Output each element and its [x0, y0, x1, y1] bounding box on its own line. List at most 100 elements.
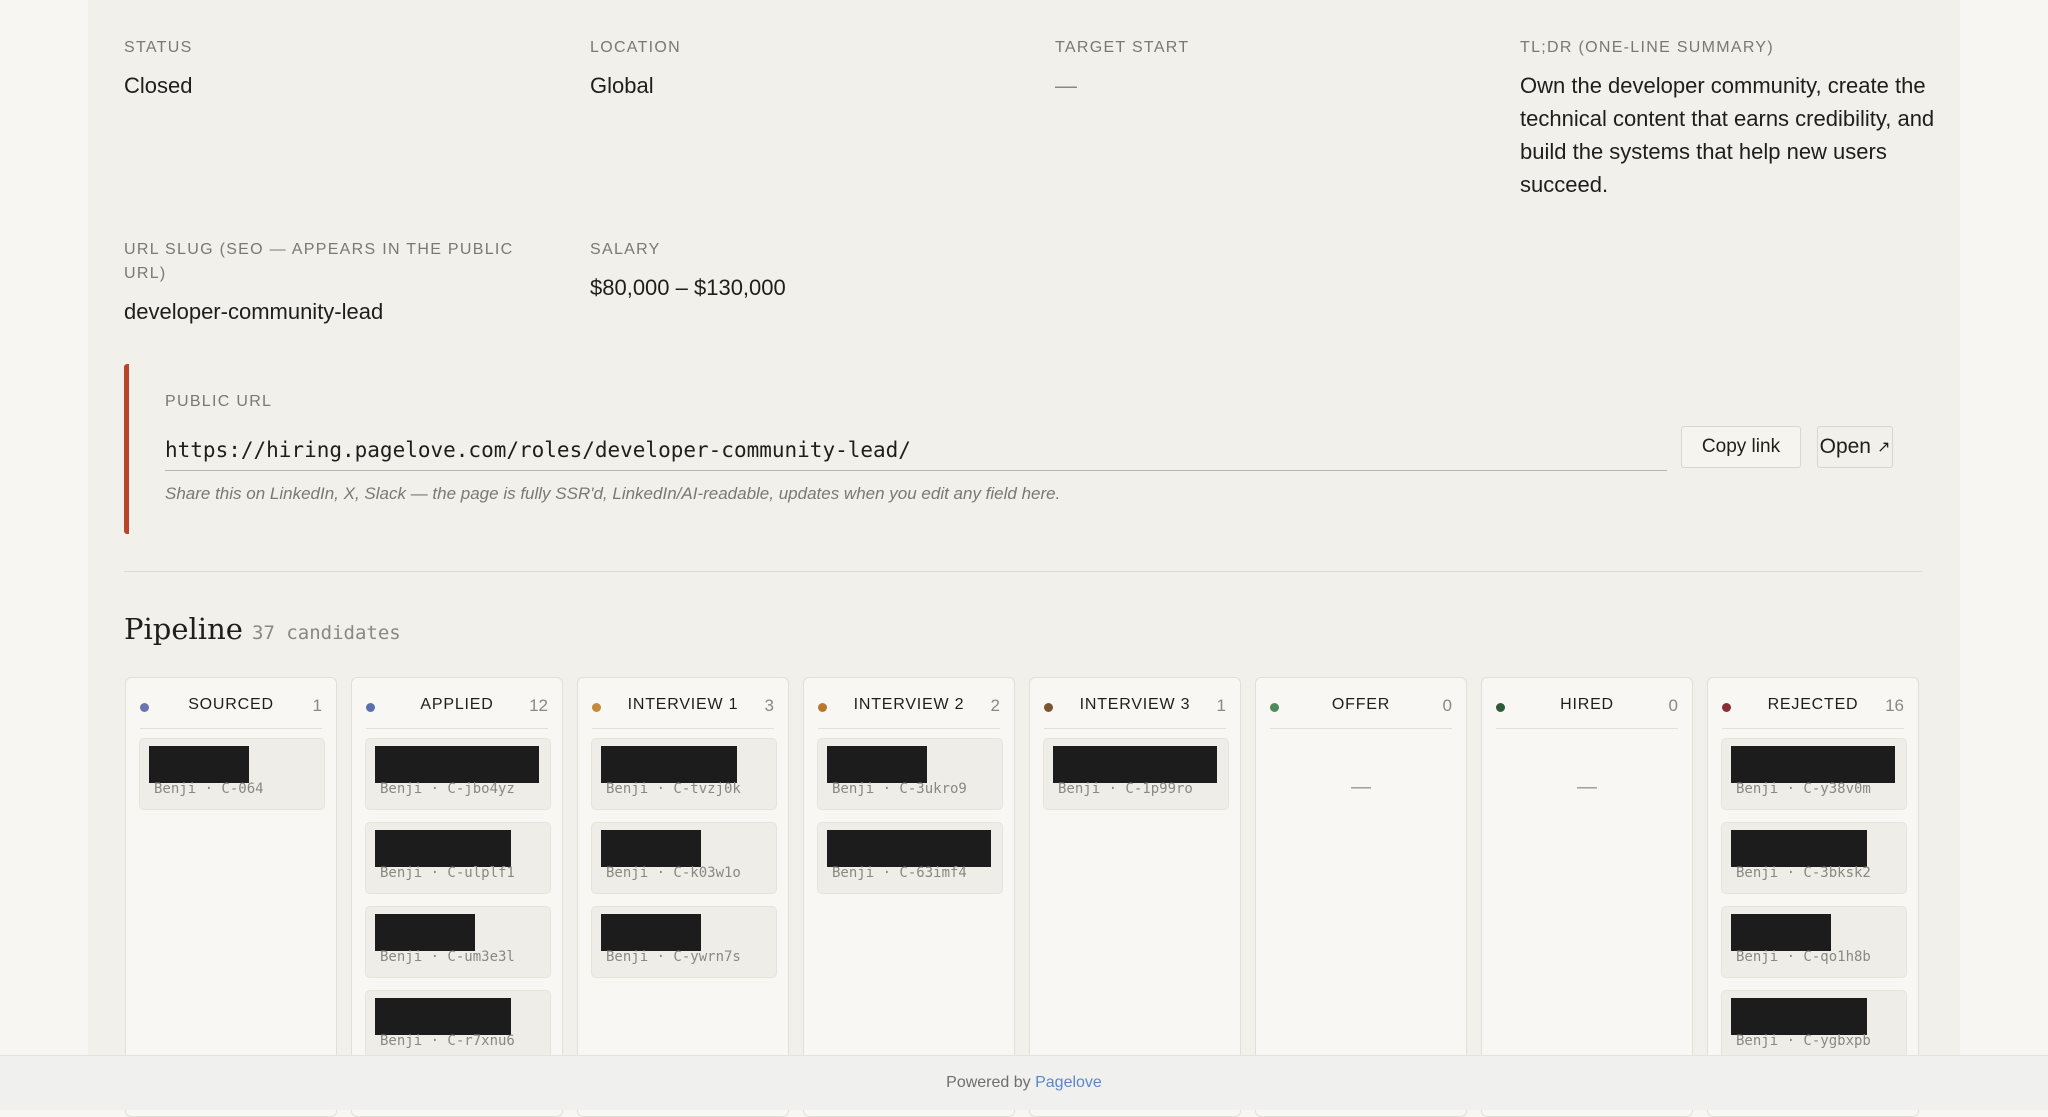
column-name: INTERVIEW 3: [1079, 696, 1191, 713]
column-header: INTERVIEW 3 1: [1044, 690, 1226, 729]
pipeline-candidate-count: 37 candidates: [252, 622, 401, 644]
candidate-card[interactable]: Benji · C-1p99ro: [1043, 738, 1229, 810]
pipeline-column: INTERVIEW 1 3 Benji · C-tvzj0k Benji · C-k0…: [577, 677, 789, 1117]
column-name: INTERVIEW 1: [627, 696, 739, 713]
pipeline-column: INTERVIEW 3 1 Benji · C-1p99ro: [1029, 677, 1241, 1117]
candidate-meta: Benji · C-um3e3l: [380, 949, 515, 965]
candidate-meta: Benji · C-qo1h8b: [1736, 949, 1871, 965]
candidate-card[interactable]: Benji · C-jbo4yz: [365, 738, 551, 810]
redacted-candidate-name: [1053, 746, 1217, 783]
redacted-candidate-name: [375, 998, 511, 1035]
candidate-card[interactable]: Benji · C-3bksk2: [1721, 822, 1907, 894]
empty-column-placeholder: —: [1351, 776, 1371, 798]
candidate-meta: Benji · C-1p99ro: [1058, 781, 1193, 797]
target-start-value[interactable]: —: [1055, 69, 1077, 102]
column-name: REJECTED: [1767, 696, 1859, 713]
candidate-meta: Benji · C-064: [154, 781, 264, 797]
candidate-card[interactable]: Benji · C-k03w1o: [591, 822, 777, 894]
copy-link-button[interactable]: Copy link: [1681, 426, 1801, 468]
column-header: OFFER 0: [1270, 690, 1452, 729]
candidate-card[interactable]: Benji · C-ulplf1: [365, 822, 551, 894]
salary-value[interactable]: $80,000 – $130,000: [590, 271, 786, 304]
column-count: 3: [764, 696, 774, 715]
candidate-card[interactable]: Benji · C-064: [139, 738, 325, 810]
salary-label: SALARY: [590, 241, 661, 258]
candidate-meta: Benji · C-jbo4yz: [380, 781, 515, 797]
column-name: OFFER: [1331, 696, 1391, 713]
column-header: INTERVIEW 1 3: [592, 690, 774, 729]
url-slug-label: URL SLUG (SEO — APPEARS IN THE PUBLIC UR…: [124, 241, 514, 282]
candidate-card[interactable]: Benji · C-ygbxpb: [1721, 990, 1907, 1062]
candidate-card[interactable]: Benji · C-qo1h8b: [1721, 906, 1907, 978]
candidate-meta: Benji · C-tvzj0k: [606, 781, 741, 797]
column-count: 1: [1216, 696, 1226, 715]
location-label: LOCATION: [590, 39, 682, 56]
open-label: Open: [1819, 435, 1871, 458]
candidate-card[interactable]: Benji · C-um3e3l: [365, 906, 551, 978]
redacted-candidate-name: [375, 830, 511, 867]
public-url-label: PUBLIC URL: [165, 393, 273, 410]
column-header: APPLIED 12: [366, 690, 548, 729]
pipeline-column: INTERVIEW 2 2 Benji · C-3ukro9 Benji · C-63…: [803, 677, 1015, 1117]
redacted-candidate-name: [375, 746, 539, 783]
redacted-candidate-name: [1731, 830, 1867, 867]
candidate-meta: Benji · C-ygbxpb: [1736, 1033, 1871, 1049]
status-value[interactable]: Closed: [124, 69, 192, 102]
target-start-label: TARGET START: [1055, 39, 1190, 56]
section-divider: [124, 571, 1922, 572]
candidate-card[interactable]: Benji · C-tvzj0k: [591, 738, 777, 810]
location-value[interactable]: Global: [590, 69, 654, 102]
column-header: SOURCED 1: [140, 690, 322, 729]
external-arrow-icon: ↗: [1876, 439, 1891, 456]
redacted-candidate-name: [1731, 914, 1831, 951]
column-header: HIRED 0: [1496, 690, 1678, 729]
open-url-button[interactable]: Open ↗: [1817, 426, 1893, 468]
redacted-candidate-name: [149, 746, 249, 783]
pipeline-column: OFFER 0 —: [1255, 677, 1467, 1117]
candidate-meta: Benji · C-y38v0m: [1736, 781, 1871, 797]
pipeline-column: APPLIED 12 Benji · C-jbo4yz Benji · C-ulplf…: [351, 677, 563, 1117]
candidate-card[interactable]: Benji · C-3ukro9: [817, 738, 1003, 810]
pagelove-link[interactable]: Pagelove: [1035, 1074, 1102, 1091]
public-url-hint: Share this on LinkedIn, X, Slack — the p…: [165, 484, 1061, 503]
status-label: STATUS: [124, 39, 193, 56]
empty-column-placeholder: —: [1577, 776, 1597, 798]
tldr-value[interactable]: Own the developer community, create the …: [1520, 69, 1935, 201]
footer-prefix: Powered by: [946, 1074, 1031, 1091]
pipeline-column: REJECTED 16 Benji · C-y38v0m Benji · C-3bks…: [1707, 677, 1919, 1117]
candidate-card[interactable]: Benji · C-r7xnu6: [365, 990, 551, 1062]
redacted-candidate-name: [1731, 998, 1867, 1035]
candidate-card[interactable]: Benji · C-63imf4: [817, 822, 1003, 894]
pipeline-column: SOURCED 1 Benji · C-064: [125, 677, 337, 1117]
candidate-meta: Benji · C-k03w1o: [606, 865, 741, 881]
column-name: HIRED: [1560, 696, 1614, 713]
footer: Powered by Pagelove: [0, 1055, 2048, 1110]
candidate-meta: Benji · C-ywrn7s: [606, 949, 741, 965]
redacted-candidate-name: [601, 746, 737, 783]
candidate-meta: Benji · C-r7xnu6: [380, 1033, 515, 1049]
redacted-candidate-name: [1731, 746, 1895, 783]
column-header: INTERVIEW 2 2: [818, 690, 1000, 729]
copy-link-label: Copy link: [1701, 436, 1781, 457]
redacted-candidate-name: [601, 830, 701, 867]
public-url-callout: PUBLIC URL https://hiring.pagelove.com/r…: [124, 364, 1927, 534]
column-count: 1: [312, 696, 322, 715]
column-name: SOURCED: [188, 696, 274, 713]
redacted-candidate-name: [827, 830, 991, 867]
column-count: 12: [529, 696, 548, 715]
redacted-candidate-name: [601, 914, 701, 951]
column-header: REJECTED 16: [1722, 690, 1904, 729]
redacted-candidate-name: [827, 746, 927, 783]
candidate-meta: Benji · C-63imf4: [832, 865, 967, 881]
pipeline-title: Pipeline: [124, 612, 243, 646]
column-name: INTERVIEW 2: [853, 696, 965, 713]
column-name: APPLIED: [420, 696, 494, 713]
column-count: 16: [1885, 696, 1904, 715]
url-slug-value[interactable]: developer-community-lead: [124, 295, 383, 328]
redacted-candidate-name: [375, 914, 475, 951]
column-count: 2: [990, 696, 1000, 715]
candidate-card[interactable]: Benji · C-y38v0m: [1721, 738, 1907, 810]
public-url-text[interactable]: https://hiring.pagelove.com/roles/develo…: [165, 430, 1667, 471]
candidate-card[interactable]: Benji · C-ywrn7s: [591, 906, 777, 978]
candidate-meta: Benji · C-ulplf1: [380, 865, 515, 881]
